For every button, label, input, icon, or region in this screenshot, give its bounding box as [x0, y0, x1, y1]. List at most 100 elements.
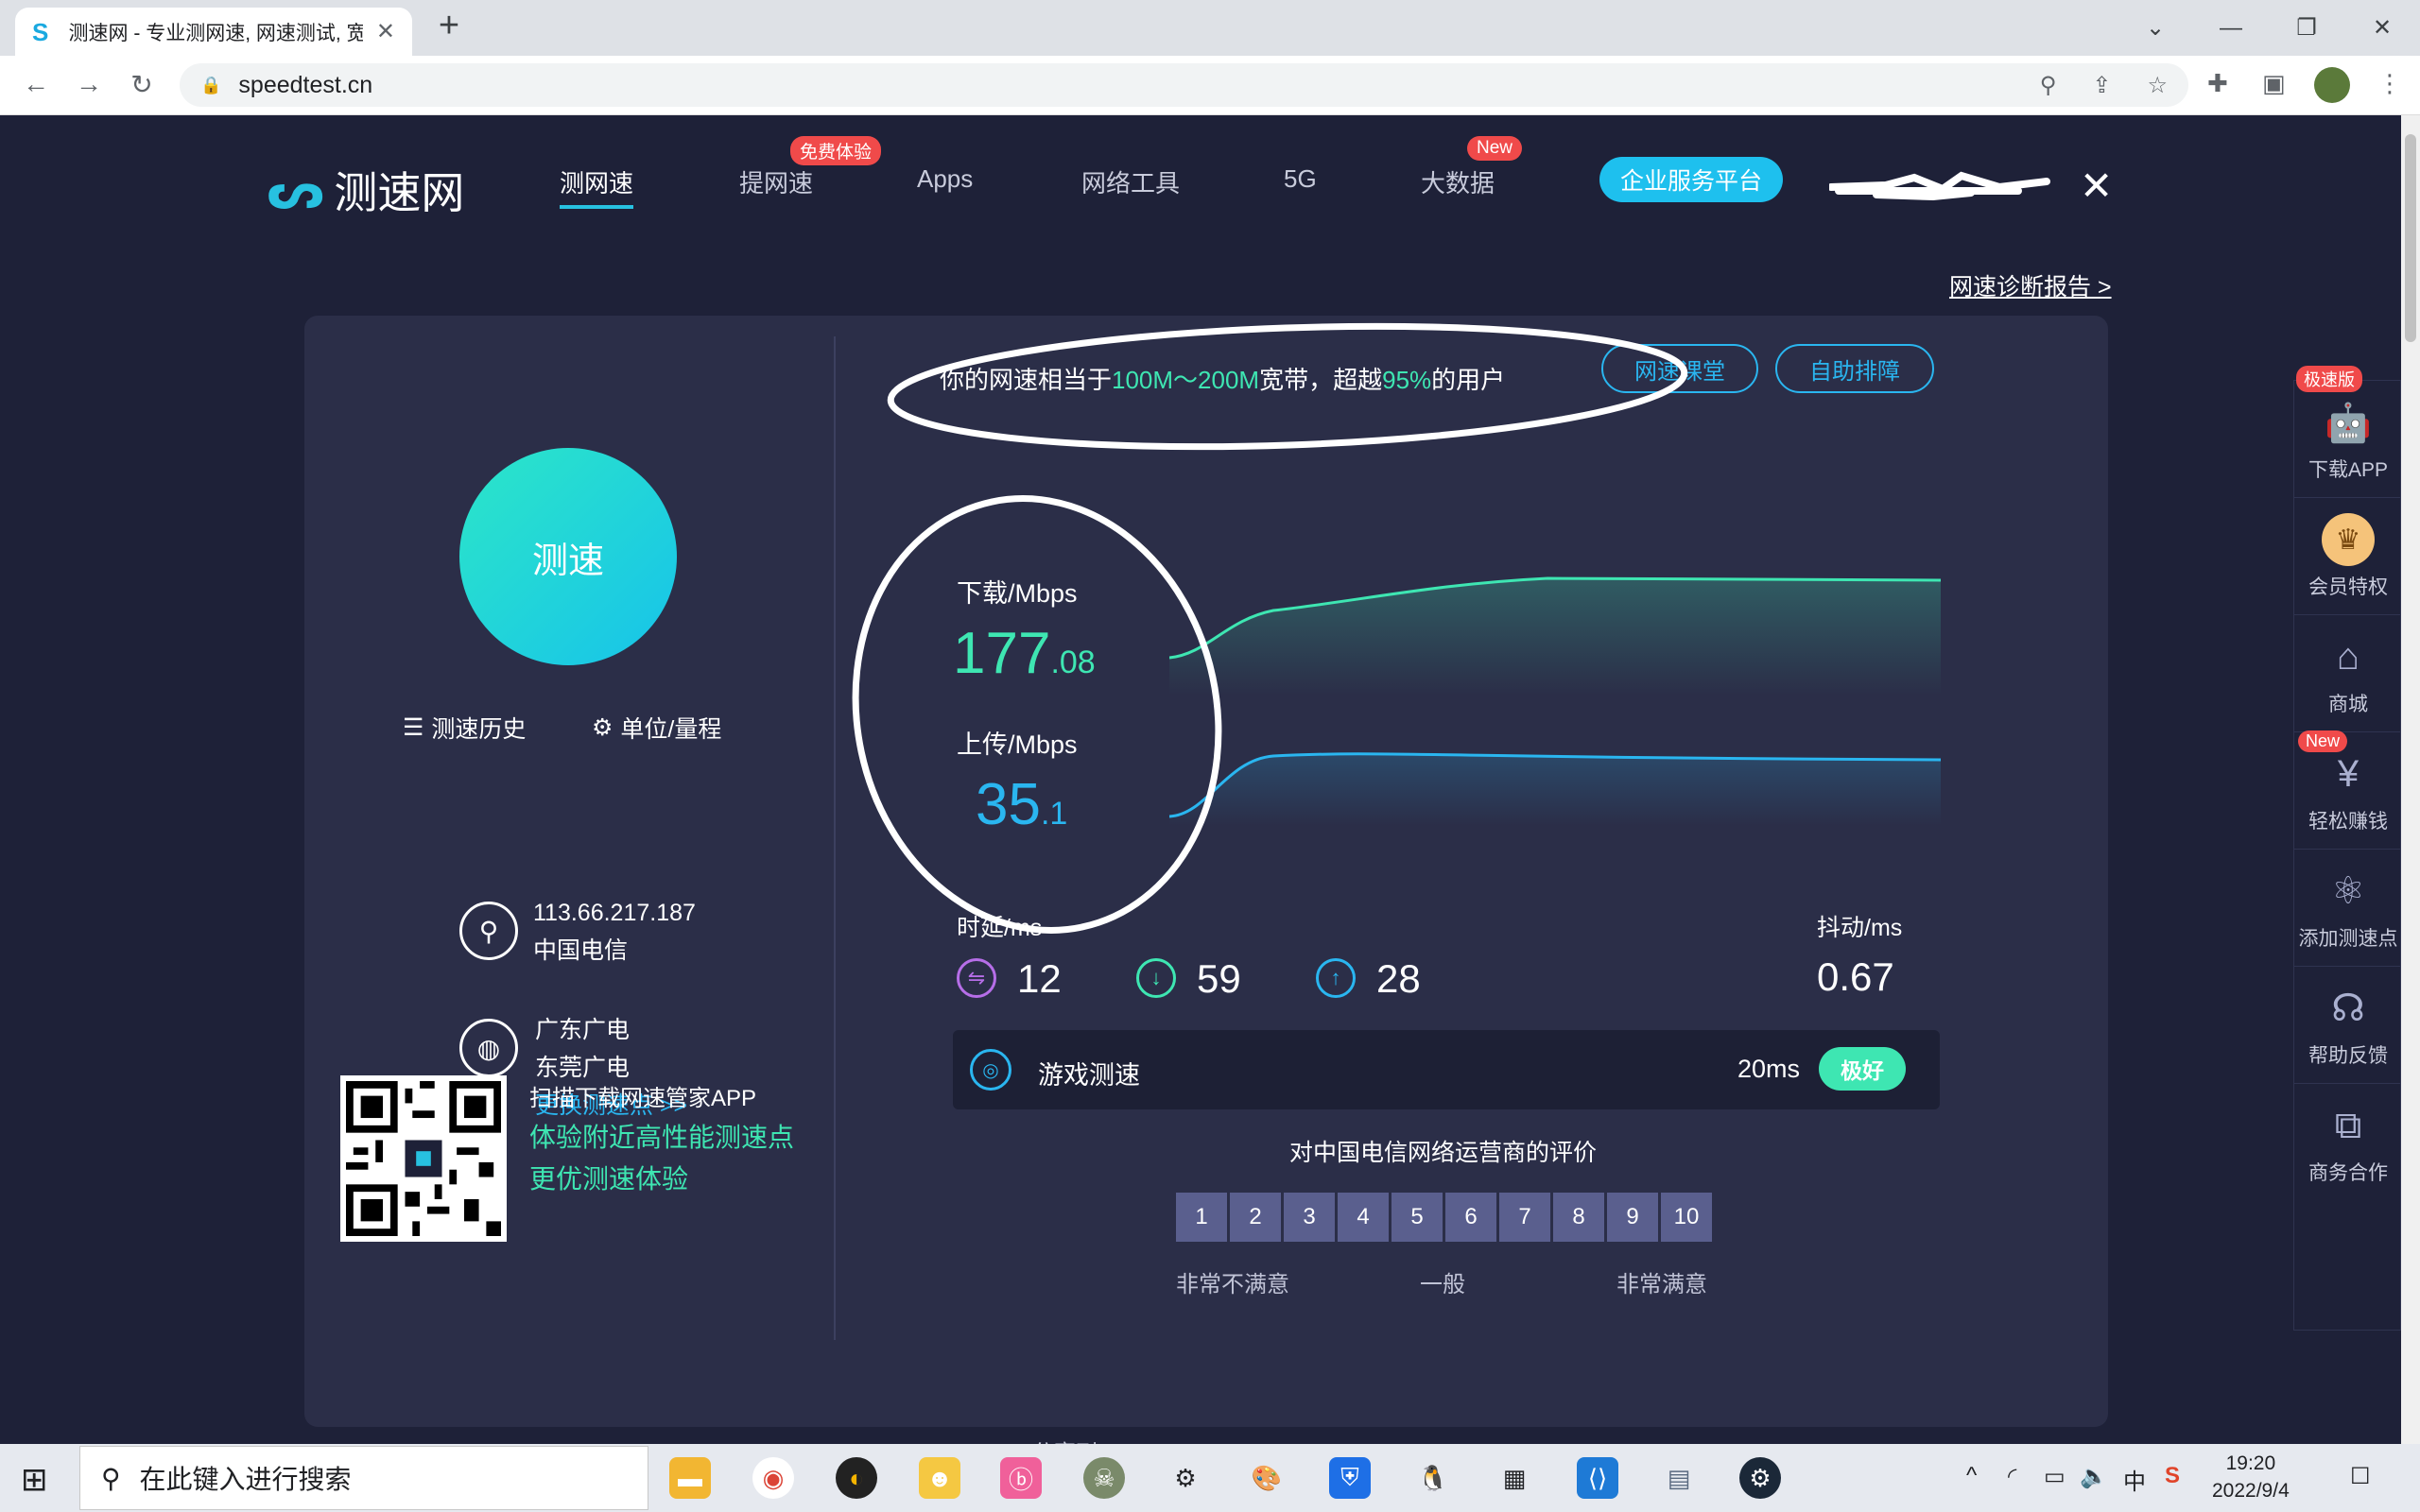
clock-date: 2022/9/4 [2212, 1480, 2290, 1502]
file-explorer-icon[interactable]: ▬ [669, 1457, 711, 1499]
rating-high-label: 非常满意 [1616, 1272, 1707, 1297]
windows-start-icon[interactable]: ⊞ [21, 1461, 48, 1499]
tab-close-icon[interactable]: ✕ [376, 18, 395, 45]
windows-taskbar: ⊞ ⚲ 在此键入进行搜索 ▬ ◉ ◐ ☻ ⓑ ☠ ⚙ 🎨 ⛨ 🐧 ▦ ⟨⟩ ▤ … [0, 1444, 2420, 1512]
vscode-icon[interactable]: ⟨⟩ [1577, 1457, 1618, 1499]
qq-penguin-icon[interactable]: 🐧 [1412, 1457, 1454, 1499]
sidebar-help[interactable]: ☊ 帮助反馈 [2294, 967, 2402, 1084]
forward-arrow-icon[interactable]: → [70, 69, 108, 99]
rating-8[interactable]: 8 [1553, 1193, 1604, 1242]
wifi-icon[interactable]: ◜ [2008, 1463, 2016, 1490]
restore-button[interactable]: ❐ [2269, 0, 2344, 56]
sidebar-add-node[interactable]: ⚛ 添加测速点 [2294, 850, 2402, 967]
new-tab-button[interactable]: + [430, 6, 468, 46]
calculator-icon[interactable]: ▦ [1494, 1457, 1535, 1499]
isp-rating-scale: 1 2 3 4 5 6 7 8 9 10 [1176, 1193, 1712, 1242]
steam-icon[interactable]: ⚙ [1739, 1457, 1781, 1499]
summary-percent: 95% [1382, 366, 1432, 394]
nav-speedtest[interactable]: 测网速 [560, 164, 634, 209]
rating-7[interactable]: 7 [1499, 1193, 1550, 1242]
window-close-button[interactable]: ✕ [2344, 0, 2420, 56]
virtual-machine-icon[interactable]: ▤ [1658, 1457, 1700, 1499]
extensions-puzzle-icon[interactable]: ✚ [2207, 69, 2228, 98]
back-arrow-icon[interactable]: ← [17, 69, 55, 99]
diagnosis-report-link[interactable]: 网速诊断报告 > [1949, 268, 2112, 302]
rating-2[interactable]: 2 [1230, 1193, 1281, 1242]
tray-chevron-up-icon[interactable]: ^ [1966, 1463, 1977, 1489]
search-icon: ⚲ [101, 1463, 121, 1493]
reload-icon[interactable]: ↻ [123, 69, 161, 100]
side-panel-icon[interactable]: ▣ [2262, 69, 2286, 98]
start-test-button[interactable]: 测速 [459, 448, 677, 665]
address-bar[interactable]: 🔒 speedtest.cn ⚲ ⇪ ☆ [180, 63, 2188, 107]
taskbar-clock[interactable]: 19:20 2022/9/4 [2212, 1450, 2290, 1504]
rating-10[interactable]: 10 [1661, 1193, 1712, 1242]
sidebar-label: 添加测速点 [2298, 928, 2398, 950]
profile-avatar[interactable] [2314, 67, 2350, 103]
share-icon[interactable]: ⇪ [2092, 72, 2111, 99]
nav-5g[interactable]: 5G [1284, 164, 1317, 194]
nav-big-data[interactable]: 大数据 [1421, 164, 1495, 199]
tab-title: 测速网 - 专业测网速, 网速测试, 宽 [68, 22, 363, 44]
settings-gear-icon[interactable]: ⚙ [1165, 1457, 1206, 1499]
upload-value: 35.1 [976, 771, 1067, 838]
rating-4[interactable]: 4 [1338, 1193, 1389, 1242]
self-troubleshoot-button[interactable]: 自助排障 [1775, 344, 1934, 393]
bookmark-star-icon[interactable]: ☆ [2147, 72, 2168, 99]
units-label: 单位/量程 [620, 716, 722, 743]
logo-text: 测速网 [334, 168, 465, 217]
taskbar-search-box[interactable]: ⚲ 在此键入进行搜索 [79, 1446, 648, 1510]
browser-tab[interactable]: S 测速网 - 专业测网速, 网速测试, 宽 ✕ [15, 8, 412, 56]
rating-9[interactable]: 9 [1607, 1193, 1658, 1242]
sidebar-vip[interactable]: ♛ 会员特权 [2294, 498, 2402, 615]
units-button[interactable]: ⚙ 单位/量程 [592, 711, 721, 745]
battery-icon[interactable]: ▭ [2044, 1463, 2066, 1490]
paint-app-icon[interactable]: 🎨 [1246, 1457, 1288, 1499]
minimize-button[interactable]: — [2193, 0, 2269, 56]
page-scrollbar[interactable] [2401, 115, 2420, 1444]
gamepad-icon: ◎ [970, 1049, 1011, 1091]
sidebar-store[interactable]: ⌂ 商城 [2294, 615, 2402, 732]
app-qr-code [340, 1075, 507, 1242]
url-text[interactable]: speedtest.cn [238, 72, 372, 99]
site-logo[interactable]: ᔕ 测速网 [267, 159, 464, 221]
ime-indicator[interactable]: 中 [2123, 1463, 2146, 1496]
history-button[interactable]: ☰ 测速历史 [403, 711, 526, 745]
tab-search-chevron-icon[interactable]: ⌄ [2118, 0, 2193, 56]
chrome-icon[interactable]: ◉ [752, 1457, 794, 1499]
rating-6[interactable]: 6 [1445, 1193, 1496, 1242]
volume-icon[interactable]: 🔈 [2080, 1463, 2108, 1490]
bilibili-icon[interactable]: ⓑ [1000, 1457, 1042, 1499]
rating-5[interactable]: 5 [1392, 1193, 1443, 1242]
close-icon[interactable]: ✕ [2080, 163, 2113, 209]
nav-network-tools[interactable]: 网络工具 [1081, 164, 1180, 199]
sogou-ime-icon[interactable]: S [2165, 1463, 2180, 1489]
rating-3[interactable]: 3 [1284, 1193, 1335, 1242]
gear-icon: ⚙ [592, 714, 614, 741]
zombie-game-icon[interactable]: ☠ [1083, 1457, 1125, 1499]
summary-suffix: 的用户 [1431, 366, 1506, 394]
latency-idle-icon: ⇋ [957, 958, 996, 998]
game-speed-row[interactable]: ◎ 游戏测速 20ms 极好 [953, 1030, 1940, 1109]
speed-course-button[interactable]: 网速课堂 [1601, 344, 1758, 393]
browser-menu-icon[interactable]: ⋮ [2377, 69, 2402, 98]
notification-icon[interactable]: ☐ [2350, 1463, 2371, 1490]
enterprise-platform-button[interactable]: 企业服务平台 [1599, 157, 1783, 202]
store-icon: ⌂ [2336, 635, 2360, 678]
logo-mark-icon: ᔕ [267, 162, 325, 219]
security-shield-icon[interactable]: ⛨ [1329, 1457, 1371, 1499]
location-pin-icon[interactable]: ⚲ [2040, 72, 2057, 99]
nav-boost[interactable]: 提网速 [739, 164, 813, 199]
scrollbar-thumb[interactable] [2405, 134, 2416, 342]
sidebar-download-app[interactable]: 🤖 下载APP [2294, 381, 2402, 498]
rating-1[interactable]: 1 [1176, 1193, 1227, 1242]
latency-download-value: 59 [1197, 956, 1241, 1001]
game-app-icon[interactable]: ☻ [919, 1457, 960, 1499]
nav-apps[interactable]: Apps [917, 164, 973, 194]
download-int: 177 [953, 621, 1051, 686]
summary-mid: 宽带，超越 [1259, 366, 1383, 394]
latency-upload-value: 28 [1376, 956, 1421, 1001]
app-icon[interactable]: ◐ [836, 1457, 877, 1499]
lock-icon[interactable]: 🔒 [200, 76, 221, 95]
sidebar-business[interactable]: ⧉ 商务合作 [2294, 1084, 2402, 1201]
